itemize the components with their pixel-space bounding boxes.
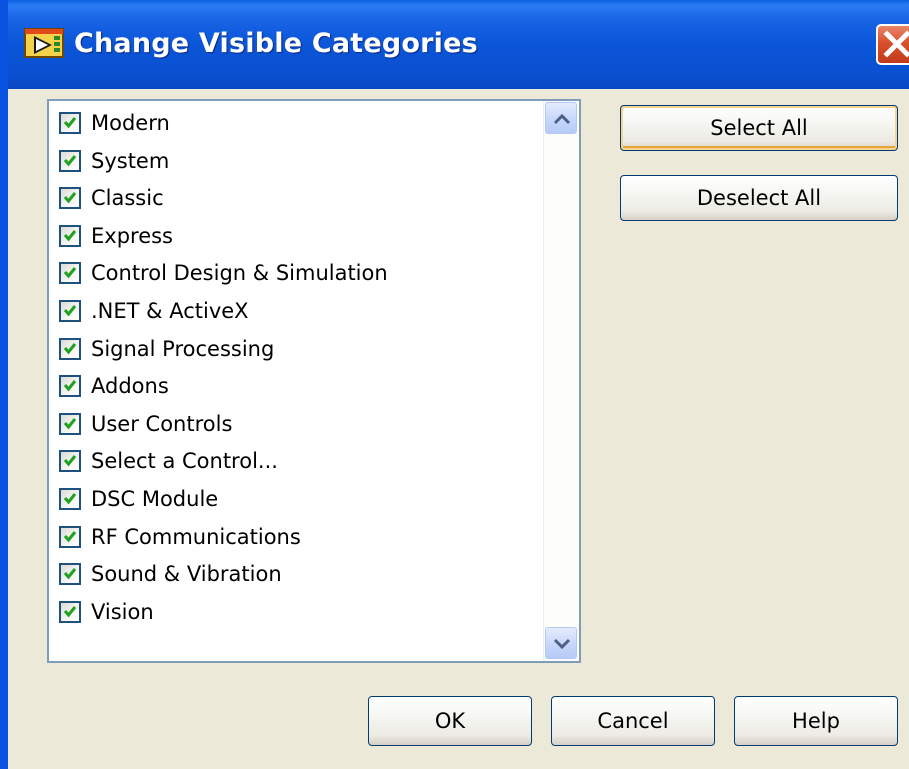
category-checkbox[interactable] xyxy=(59,375,81,398)
checkmark-icon xyxy=(63,493,77,505)
category-checkbox[interactable] xyxy=(59,112,81,134)
dialog-content: Modern System Classic Express Control Design… xyxy=(16,89,909,769)
category-item[interactable]: Express xyxy=(59,221,173,251)
category-item[interactable]: Vision xyxy=(59,597,154,627)
category-checkbox[interactable] xyxy=(59,450,81,473)
close-icon xyxy=(883,30,909,58)
category-checkbox[interactable] xyxy=(59,187,81,210)
checkmark-icon xyxy=(63,455,77,467)
checkmark-icon xyxy=(63,605,77,618)
category-item[interactable]: Control Design & Simulation xyxy=(59,258,388,288)
checkmark-icon xyxy=(63,380,77,392)
window-title: Change Visible Categories xyxy=(74,28,478,59)
category-item[interactable]: DSC Module xyxy=(59,484,218,514)
category-checkbox[interactable] xyxy=(59,262,81,285)
category-item[interactable]: Classic xyxy=(59,183,164,213)
category-label: Control Design & Simulation xyxy=(91,261,388,286)
checkmark-icon xyxy=(63,117,77,129)
category-label: Express xyxy=(91,223,174,248)
category-item[interactable]: System xyxy=(59,146,169,176)
category-checkbox[interactable] xyxy=(59,224,81,247)
category-item[interactable]: User Controls xyxy=(59,409,232,439)
checkmark-icon xyxy=(63,530,77,542)
category-checkbox[interactable] xyxy=(59,600,81,623)
checkmark-icon xyxy=(63,342,77,354)
category-item[interactable]: RF Communications xyxy=(59,522,301,552)
scroll-up-button[interactable] xyxy=(545,102,577,134)
category-label: DSC Module xyxy=(91,487,219,511)
checkmark-icon xyxy=(63,305,77,317)
category-label: Classic xyxy=(91,186,164,211)
category-label: System xyxy=(91,148,170,173)
category-checkbox[interactable] xyxy=(59,563,81,586)
checkmark-icon xyxy=(63,417,77,430)
checkmark-icon xyxy=(63,568,77,580)
labview-app-icon xyxy=(24,28,64,58)
category-checkbox[interactable] xyxy=(59,525,81,548)
category-checkbox[interactable] xyxy=(59,337,81,360)
checkmark-icon xyxy=(63,267,77,279)
scroll-down-button[interactable] xyxy=(545,627,577,659)
category-checkbox[interactable] xyxy=(59,300,81,322)
category-label: Sound & Vibration xyxy=(91,562,282,587)
category-item[interactable]: .NET & ActiveX xyxy=(59,296,249,326)
chevron-down-icon xyxy=(553,638,571,650)
categories-listbox[interactable]: Modern System Classic Express Control Design… xyxy=(47,99,581,663)
category-item[interactable]: Modern xyxy=(59,108,170,138)
vertical-scrollbar[interactable] xyxy=(543,101,579,661)
title-bar[interactable]: Change Visible Categories xyxy=(8,0,909,89)
category-item[interactable]: Select a Control... xyxy=(59,446,278,476)
checkmark-icon xyxy=(63,192,77,204)
deselect-all-button[interactable]: Deselect All xyxy=(620,175,898,221)
checkmark-icon xyxy=(63,229,77,242)
checkmark-icon xyxy=(63,154,77,166)
category-label: Addons xyxy=(91,374,169,399)
category-checkbox[interactable] xyxy=(59,149,81,172)
category-checkbox[interactable] xyxy=(59,412,81,435)
category-label: Signal Processing xyxy=(91,336,275,361)
category-label: Vision xyxy=(91,599,154,624)
category-checkbox[interactable] xyxy=(59,488,81,510)
category-label: RF Communications xyxy=(91,524,301,549)
cancel-button[interactable]: Cancel xyxy=(551,696,715,746)
category-item[interactable]: Sound & Vibration xyxy=(59,559,282,589)
help-button[interactable]: Help xyxy=(734,696,898,746)
category-label: .NET & ActiveX xyxy=(91,299,249,323)
category-label: Select a Control... xyxy=(91,449,278,474)
category-item[interactable]: Signal Processing xyxy=(59,334,274,364)
ok-button[interactable]: OK xyxy=(368,696,532,746)
category-item[interactable]: Addons xyxy=(59,371,169,401)
category-label: User Controls xyxy=(91,411,233,436)
category-label: Modern xyxy=(91,111,170,135)
dialog-window: Change Visible Categories Modern System Cl… xyxy=(0,0,909,769)
close-button[interactable] xyxy=(876,24,909,65)
chevron-up-icon xyxy=(553,113,571,125)
select-all-button[interactable]: Select All xyxy=(620,105,898,151)
